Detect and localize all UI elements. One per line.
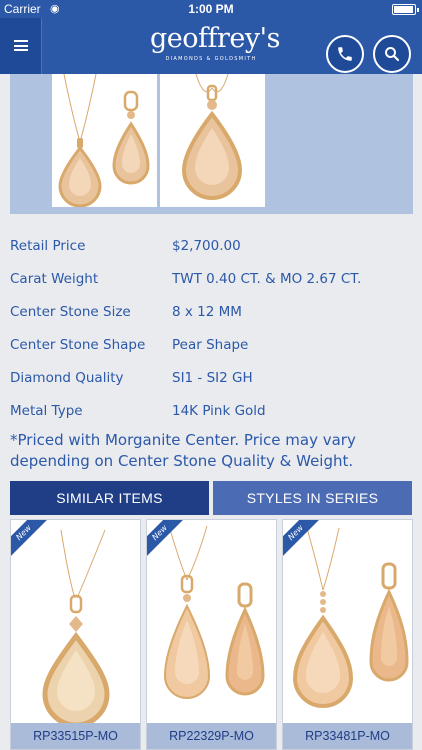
product-image	[292, 527, 409, 708]
logo-name: geoffrey's	[150, 23, 280, 54]
spec-value: SI1 - SI2 GH	[172, 369, 253, 386]
spec-label: Retail Price	[10, 237, 86, 254]
phone-icon	[338, 47, 352, 61]
spec-value: TWT 0.40 CT. & MO 2.67 CT.	[172, 270, 362, 287]
pendant-image	[181, 73, 243, 200]
spec-value: 14K Pink Gold	[172, 402, 266, 419]
menu-button[interactable]	[0, 18, 42, 74]
product-sku: RP33515P-MO	[11, 723, 140, 749]
product-thumbnail-earrings-pendant[interactable]	[52, 73, 157, 208]
search-button[interactable]	[373, 35, 411, 73]
pendant-earring-set-image	[58, 73, 150, 208]
spec-label: Metal Type	[10, 402, 83, 419]
spec-value: 8 x 12 MM	[172, 303, 242, 320]
battery-icon	[392, 4, 419, 15]
product-image-gallery	[10, 73, 413, 214]
spec-label: Center Stone Size	[10, 303, 131, 320]
product-card[interactable]: New RP33515P-MO	[10, 519, 141, 750]
spec-value: Pear Shape	[172, 336, 249, 353]
product-thumbnail-pendant[interactable]	[160, 73, 265, 207]
app-header: geoffrey's DIAMONDS & GOLDSMITH	[0, 18, 422, 74]
spec-row-carat-weight: Carat Weight TWT 0.40 CT. & MO 2.67 CT.	[10, 262, 412, 295]
spec-row-metal-type: Metal Type 14K Pink Gold	[10, 394, 412, 427]
product-sku: RP33481P-MO	[283, 723, 412, 749]
spec-row-center-stone-size: Center Stone Size 8 x 12 MM	[10, 295, 412, 328]
product-specs: Retail Price $2,700.00 Carat Weight TWT …	[10, 229, 412, 427]
product-card[interactable]: New RP33481P-MO	[282, 519, 413, 750]
spec-row-retail-price: Retail Price $2,700.00	[10, 229, 412, 262]
tab-styles-in-series[interactable]: STYLES IN SERIES	[213, 481, 412, 515]
status-bar: Carrier ◉ 1:00 PM	[0, 0, 422, 18]
logo-tagline: DIAMONDS & GOLDSMITH	[165, 56, 257, 62]
spec-label: Carat Weight	[10, 270, 99, 287]
spec-row-center-stone-shape: Center Stone Shape Pear Shape	[10, 328, 412, 361]
call-button[interactable]	[326, 35, 364, 73]
spec-label: Center Stone Shape	[10, 336, 146, 353]
spec-row-diamond-quality: Diamond Quality SI1 - SI2 GH	[10, 361, 412, 394]
clock: 1:00 PM	[188, 2, 234, 16]
product-image	[163, 525, 265, 699]
pricing-note: *Priced with Morganite Center. Price may…	[10, 431, 356, 470]
spec-value: $2,700.00	[172, 237, 241, 254]
tab-similar-items[interactable]: SIMILAR ITEMS	[10, 481, 209, 515]
brand-logo[interactable]: geoffrey's DIAMONDS & GOLDSMITH	[150, 23, 280, 63]
product-card[interactable]: New RP22329P-MO	[146, 519, 277, 750]
spec-label: Diamond Quality	[10, 369, 124, 386]
hamburger-icon	[14, 40, 28, 51]
search-icon	[385, 47, 400, 62]
product-image	[42, 529, 110, 725]
product-sku: RP22329P-MO	[147, 723, 276, 749]
